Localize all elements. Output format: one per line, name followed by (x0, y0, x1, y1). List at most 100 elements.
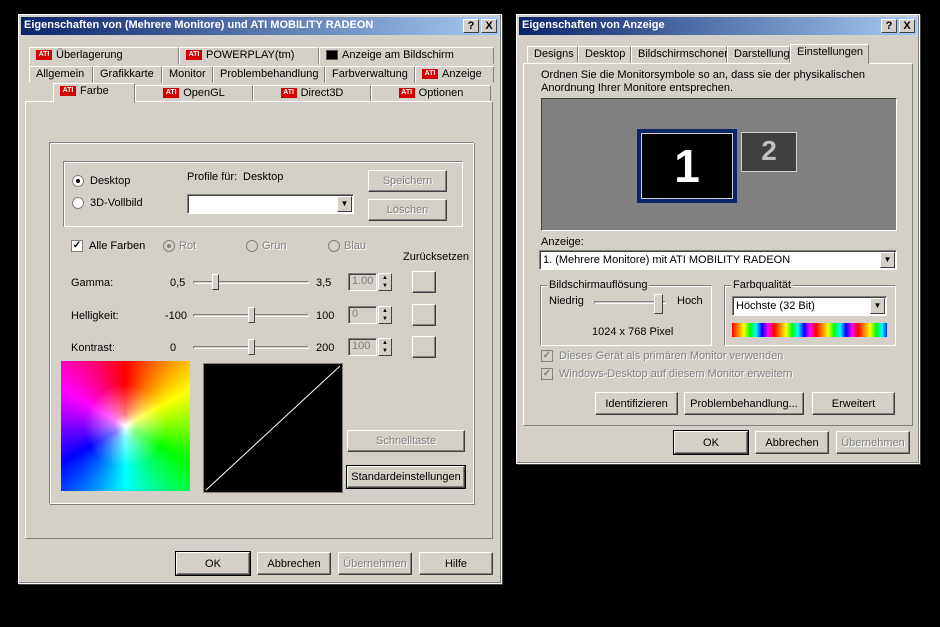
troubleshoot-button[interactable]: Problembehandlung... (684, 392, 804, 415)
tab-optionen[interactable]: ATI Optionen (371, 85, 491, 102)
resolution-slider-thumb[interactable] (654, 294, 663, 314)
display-window-title: Eigenschaften von Anzeige (522, 19, 665, 31)
gamma-label: Gamma: (71, 277, 114, 289)
identify-button[interactable]: Identifizieren (595, 392, 678, 415)
chevron-down-icon[interactable]: ▼ (337, 196, 352, 212)
all-colors-label: Alle Farben (89, 240, 146, 252)
gamma-slider-track[interactable] (193, 281, 309, 284)
tab-powerplay[interactable]: ATI POWERPLAY(tm) (179, 47, 319, 64)
profile-dropdown[interactable]: ▼ (187, 194, 354, 214)
delete-button[interactable]: Löschen (368, 199, 447, 221)
profile-label: Profile für: (187, 171, 238, 183)
all-colors-checkbox[interactable]: ✓ (71, 240, 83, 252)
resolution-group-label: Bildschirmauflösung (547, 279, 650, 291)
extend-desktop-checkbox[interactable]: ✓ (541, 368, 553, 380)
blue-label: Blau (344, 240, 367, 252)
tab-ueberlagerung[interactable]: ATI Überlagerung (29, 47, 179, 64)
green-label: Grün (262, 240, 287, 252)
apply-button[interactable]: Übernehmen (338, 552, 412, 575)
close-icon[interactable]: X (481, 19, 497, 33)
tab-desktop[interactable]: Desktop (578, 46, 631, 63)
tab-darstellung[interactable]: Darstellung (727, 46, 790, 63)
color-quality-select[interactable]: Höchste (32 Bit) ▼ (732, 296, 887, 316)
brightness-max: 100 (316, 310, 335, 322)
desktop-radio-label: Desktop (90, 175, 131, 187)
ati-logo-icon: ATI (60, 86, 76, 97)
gamma-max: 3,5 (316, 277, 332, 289)
color-spectrum-bar (732, 323, 887, 337)
chevron-down-icon[interactable]: ▼ (880, 252, 895, 268)
tab-direct3d[interactable]: ATI Direct3D (253, 85, 371, 102)
tab-opengl[interactable]: ATI OpenGL (135, 85, 253, 102)
tab-anzeige-am-bildschirm[interactable]: Anzeige am Bildschirm (319, 47, 494, 64)
hotkey-button[interactable]: Schnelltaste (347, 430, 465, 452)
defaults-button[interactable]: Standardeinstellungen (346, 465, 466, 489)
res-high-label: Hoch (677, 295, 703, 307)
tab-designs[interactable]: Designs (527, 46, 578, 63)
gamma-reset-button[interactable] (412, 271, 436, 293)
monitor-icon (326, 50, 338, 61)
monitor-arrangement-instructions: Ordnen Sie die Monitorsymbole so an, das… (541, 69, 866, 94)
reset-label: Zurücksetzen (403, 251, 470, 263)
ati-window-titlebar[interactable]: Eigenschaften von (Mehrere Monitore) und… (21, 17, 499, 35)
gamma-curve-line (205, 365, 341, 491)
display-window-titlebar[interactable]: Eigenschaften von Anzeige ? X (519, 17, 917, 35)
gamma-min: 0,5 (170, 277, 186, 289)
tab-grafikkarte[interactable]: Grafikkarte (93, 66, 162, 83)
red-radio[interactable] (163, 240, 175, 252)
ati-logo-icon: ATI (398, 88, 415, 99)
ati-logo-icon: ATI (163, 88, 180, 99)
gamma-value-field[interactable]: 1.00 (348, 273, 377, 291)
advanced-button[interactable]: Erweitert (812, 392, 895, 415)
chevron-down-icon[interactable]: ▼ (870, 298, 885, 314)
ati-logo-icon: ATI (186, 50, 202, 61)
tab-bildschirmschoner[interactable]: Bildschirmschoner (631, 46, 728, 63)
brightness-min: -100 (165, 310, 188, 322)
blue-radio[interactable] (328, 240, 340, 252)
tab-einstellungen[interactable]: Einstellungen (790, 44, 869, 64)
contrast-reset-button[interactable] (412, 336, 436, 358)
help-button[interactable]: Hilfe (419, 552, 493, 575)
ati-logo-icon: ATI (422, 69, 438, 80)
tab-farbverwaltung[interactable]: Farbverwaltung (325, 66, 415, 83)
3d-fullscreen-label: 3D-Vollbild (90, 197, 143, 209)
primary-monitor-label: Dieses Gerät als primären Monitor verwen… (559, 350, 784, 362)
tab-anzeige[interactable]: ATI Anzeige (415, 66, 494, 83)
gamma-curve-graph (203, 363, 343, 493)
help-icon[interactable]: ? (463, 19, 479, 33)
primary-monitor-checkbox[interactable]: ✓ (541, 350, 553, 362)
cancel-button[interactable]: Abbrechen (257, 552, 331, 575)
ok-button[interactable]: OK (175, 551, 251, 576)
ok-button[interactable]: OK (673, 430, 749, 455)
contrast-value-field[interactable]: 100 (348, 338, 377, 356)
close-icon[interactable]: X (899, 19, 915, 33)
brightness-slider-thumb[interactable] (248, 307, 255, 323)
brightness-label: Helligkeit: (71, 310, 119, 322)
tab-allgemein[interactable]: Allgemein (29, 66, 93, 83)
brightness-value-field[interactable]: 0 (348, 306, 377, 324)
monitor-1-icon[interactable]: 1 (637, 129, 737, 203)
gamma-slider-thumb[interactable] (212, 274, 219, 290)
help-icon[interactable]: ? (881, 19, 897, 33)
profile-value: Desktop (243, 171, 284, 183)
contrast-spinner[interactable]: ▲ ▼ (378, 338, 392, 356)
ati-window-title: Eigenschaften von (Mehrere Monitore) und… (24, 19, 374, 31)
save-button[interactable]: Speichern (368, 170, 447, 192)
tab-farbe[interactable]: ATI Farbe (53, 83, 135, 103)
contrast-label: Kontrast: (71, 342, 116, 354)
brightness-reset-button[interactable] (412, 304, 436, 326)
contrast-slider-thumb[interactable] (248, 339, 255, 355)
apply-button[interactable]: Übernehmen (836, 431, 910, 454)
monitor-2-icon[interactable]: 2 (741, 132, 797, 172)
green-radio[interactable] (246, 240, 258, 252)
gamma-spinner[interactable]: ▲ ▼ (378, 273, 392, 291)
tab-monitor[interactable]: Monitor (162, 66, 213, 83)
3d-fullscreen-radio[interactable] (72, 197, 84, 209)
desktop-radio[interactable] (72, 175, 84, 187)
brightness-spinner[interactable]: ▲ ▼ (378, 306, 392, 324)
cancel-button[interactable]: Abbrechen (755, 431, 829, 454)
display-select[interactable]: 1. (Mehrere Monitore) mit ATI MOBILITY R… (539, 250, 897, 270)
ati-logo-icon: ATI (280, 88, 297, 99)
tab-problembehandlung[interactable]: Problembehandlung (213, 66, 325, 83)
red-label: Rot (179, 240, 197, 252)
